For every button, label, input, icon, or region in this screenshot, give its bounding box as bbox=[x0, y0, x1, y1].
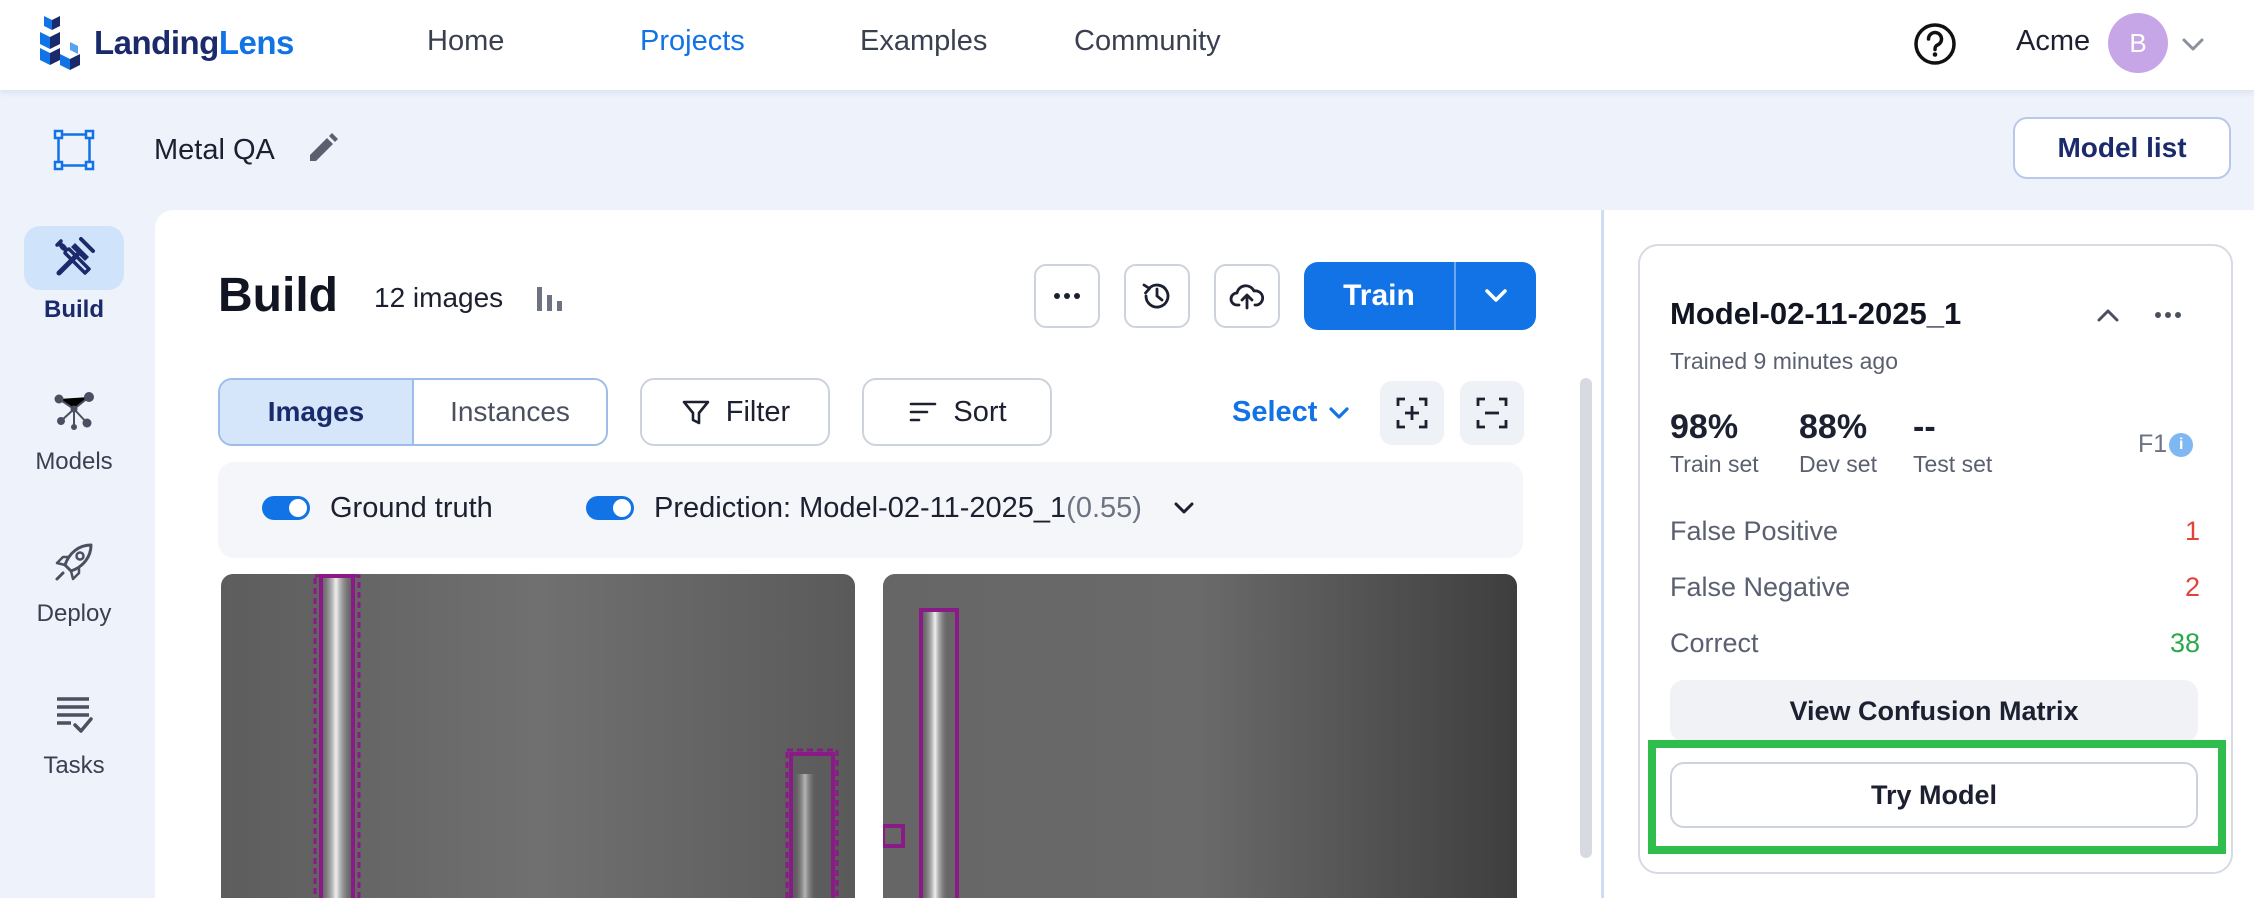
rail-tasks[interactable]: Tasks bbox=[18, 682, 130, 780]
metric-type-label: F1 bbox=[2138, 430, 2168, 458]
landinglens-logo[interactable]: LandingLens bbox=[38, 14, 294, 72]
model-list-button[interactable]: Model list bbox=[2013, 117, 2231, 179]
dev-set-value: 88% bbox=[1799, 408, 1868, 446]
image-count: 12 images bbox=[374, 282, 504, 313]
rail-deploy-icon-wrap bbox=[24, 530, 124, 594]
filter-label: Filter bbox=[725, 395, 791, 428]
rail-build[interactable]: Build bbox=[18, 226, 130, 324]
test-set-label: Test set bbox=[1913, 451, 1993, 477]
prediction-toggle[interactable] bbox=[586, 496, 634, 520]
network-icon bbox=[54, 392, 94, 430]
highlight-box bbox=[1648, 740, 2226, 854]
sort-button[interactable]: Sort bbox=[862, 378, 1052, 446]
image-thumbnail[interactable] bbox=[221, 574, 855, 898]
rail-deploy[interactable]: Deploy bbox=[18, 530, 130, 628]
chevron-down-icon[interactable] bbox=[1170, 494, 1198, 522]
false-positive-label: False Positive bbox=[1670, 516, 1839, 546]
correct-count[interactable]: 38 bbox=[2160, 628, 2200, 659]
rail-tasks-label: Tasks bbox=[43, 752, 105, 779]
more-horizontal-icon bbox=[1054, 293, 1080, 299]
page-title: Build bbox=[218, 269, 338, 322]
metric-dev-set: 88% Dev set bbox=[1799, 408, 1877, 478]
image-thumbnail[interactable] bbox=[883, 574, 1517, 898]
model-name: Model-02-11-2025_1 bbox=[1670, 296, 1962, 331]
ground-truth-toggle[interactable] bbox=[262, 496, 310, 520]
sort-icon bbox=[910, 402, 937, 422]
nav-examples[interactable]: Examples bbox=[860, 25, 987, 58]
train-split-button: Train bbox=[1304, 262, 1536, 330]
edit-pencil-icon[interactable] bbox=[305, 132, 339, 166]
false-negative-label: False Negative bbox=[1670, 572, 1851, 602]
view-mode-toggle: Images Instances bbox=[218, 378, 608, 446]
nav-community[interactable]: Community bbox=[1074, 25, 1221, 58]
tab-images[interactable]: Images bbox=[220, 380, 414, 444]
more-actions-button[interactable] bbox=[1034, 264, 1100, 328]
rocket-icon bbox=[55, 543, 93, 581]
dev-set-label: Dev set bbox=[1799, 451, 1877, 477]
task-list-icon bbox=[57, 697, 93, 733]
logo-text: LandingLens bbox=[94, 24, 294, 61]
metric-type[interactable]: F1 i bbox=[2138, 430, 2194, 459]
select-dropdown[interactable]: Select bbox=[1232, 396, 1353, 429]
help-icon[interactable] bbox=[1913, 22, 1957, 66]
rail-models-label: Models bbox=[35, 448, 113, 475]
false-negative-count[interactable]: 2 bbox=[2160, 572, 2200, 603]
train-button[interactable]: Train bbox=[1304, 262, 1454, 330]
chevron-down-icon bbox=[1485, 289, 1507, 302]
rail-models[interactable]: Models bbox=[18, 378, 130, 476]
prediction-label: Prediction: Model-02-11-2025_1(0.55) bbox=[654, 492, 1142, 525]
nav-home[interactable]: Home bbox=[427, 25, 504, 58]
zoom-out-button[interactable] bbox=[1460, 381, 1524, 445]
history-icon bbox=[1142, 283, 1170, 309]
select-label: Select bbox=[1232, 396, 1318, 428]
model-trained-time: Trained 9 minutes ago bbox=[1670, 348, 1899, 374]
ground-truth-label: Ground truth bbox=[330, 492, 493, 524]
zoom-in-button[interactable] bbox=[1380, 381, 1444, 445]
train-options-button[interactable] bbox=[1456, 262, 1536, 330]
top-navbar: LandingLens Home Projects Examples Commu… bbox=[0, 0, 2254, 90]
rail-build-icon-wrap bbox=[24, 226, 124, 290]
more-horizontal-icon[interactable] bbox=[2150, 300, 2186, 330]
expand-icon bbox=[1396, 397, 1428, 429]
rail-deploy-label: Deploy bbox=[36, 600, 112, 627]
history-button[interactable] bbox=[1124, 264, 1190, 328]
nav-projects[interactable]: Projects bbox=[640, 25, 745, 58]
tab-instances[interactable]: Instances bbox=[414, 380, 606, 444]
metal-surface-image bbox=[883, 574, 1517, 898]
org-name[interactable]: Acme bbox=[2016, 25, 2090, 58]
tools-icon bbox=[55, 237, 95, 276]
prediction-model-name: Prediction: Model-02-11-2025_1 bbox=[654, 492, 1067, 524]
metal-surface-image bbox=[221, 574, 855, 898]
rail-tasks-icon-wrap bbox=[24, 682, 124, 746]
view-confusion-matrix-button[interactable]: View Confusion Matrix bbox=[1670, 680, 2198, 742]
cloud-upload-icon bbox=[1229, 284, 1265, 310]
filter-icon bbox=[682, 400, 710, 425]
project-name: Metal QA bbox=[154, 134, 275, 166]
info-icon[interactable]: i bbox=[2169, 432, 2194, 457]
correct-label: Correct bbox=[1670, 628, 1759, 658]
filter-button[interactable]: Filter bbox=[640, 378, 830, 446]
collapse-icon bbox=[1476, 397, 1508, 429]
avatar[interactable]: B bbox=[2108, 13, 2168, 73]
metric-test-set: -- Test set bbox=[1913, 408, 1992, 478]
train-set-label: Train set bbox=[1670, 451, 1759, 477]
rail-build-label: Build bbox=[44, 296, 104, 323]
prediction-threshold: (0.55) bbox=[1066, 492, 1142, 524]
metric-train-set: 98% Train set bbox=[1670, 408, 1759, 478]
label-display-bar: Ground truth Prediction: Model-02-11-202… bbox=[218, 462, 1523, 558]
chevron-down-icon bbox=[1329, 406, 1350, 419]
false-positive-count[interactable]: 1 bbox=[2160, 516, 2200, 547]
test-set-value: -- bbox=[1913, 408, 1936, 446]
sort-label: Sort bbox=[953, 395, 1007, 428]
upload-button[interactable] bbox=[1214, 264, 1280, 328]
chevron-down-icon[interactable] bbox=[2180, 32, 2206, 58]
project-icon[interactable] bbox=[52, 128, 96, 172]
chevron-up-icon[interactable] bbox=[2093, 300, 2123, 330]
train-set-value: 98% bbox=[1670, 408, 1739, 446]
bar-chart-icon[interactable] bbox=[532, 279, 568, 315]
rail-models-icon-wrap bbox=[24, 378, 124, 442]
logo-cubes-icon bbox=[40, 16, 80, 70]
scrollbar[interactable] bbox=[1580, 378, 1592, 858]
